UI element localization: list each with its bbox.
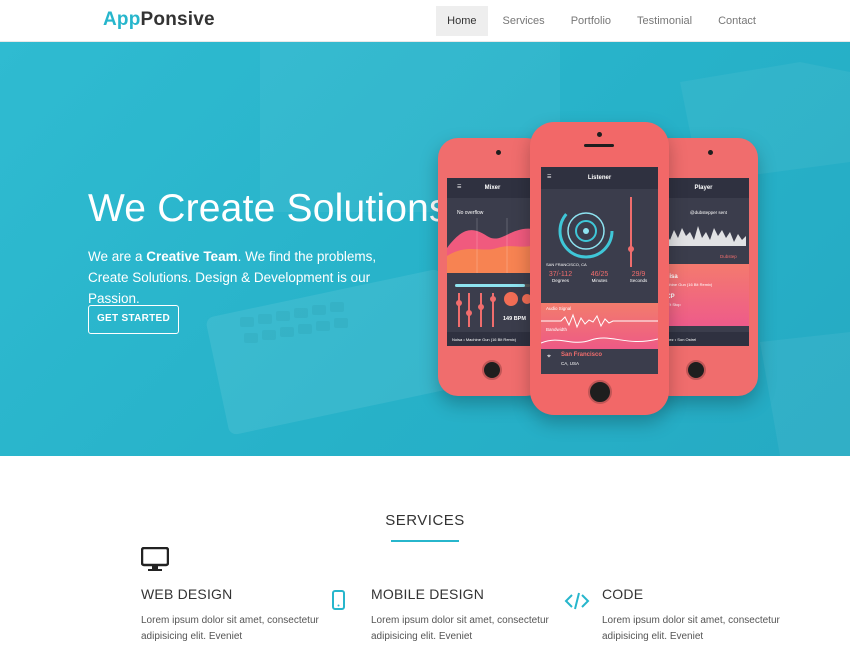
mixer-faders[interactable] [453, 291, 533, 331]
services-heading: SERVICES [385, 512, 465, 529]
player-screen-title: Player [658, 178, 749, 198]
mobile-icon [332, 590, 345, 610]
service-mobile-design-text: Lorem ipsum dolor sit amet, consectetur … [371, 615, 549, 642]
listener-radar-graphic [558, 197, 634, 267]
nav-home[interactable]: Home [436, 6, 488, 36]
mixer-wave-chart [447, 218, 538, 273]
audio-signal-label: Audio Signal [546, 306, 572, 311]
hero-desc-bold: Creative Team [146, 249, 238, 264]
stat-degrees-label: Degrees [551, 278, 569, 283]
camera-icon [496, 150, 501, 155]
home-button [686, 360, 706, 380]
bandwidth-wave [541, 337, 658, 344]
service-web-design-title: WEB DESIGN [141, 586, 233, 602]
phone-screen-left: Mixer ☰ No overflow 149 BPM Noisa • Mach… [447, 178, 538, 346]
mixer-now-playing: Noisa • Machine Gun (16 Bit Remix) [452, 337, 517, 342]
service-web-design-text: Lorem ipsum dolor sit amet, consectetur … [141, 615, 319, 642]
menu-icon: ☰ [547, 174, 552, 180]
city-name: San Francisco [561, 352, 603, 358]
home-button [482, 360, 502, 380]
stat-seconds-label: Seconds [629, 278, 648, 283]
genre-tag: Dubstep [720, 254, 737, 259]
stat-minutes-value: 46/25 [590, 271, 609, 278]
get-started-button[interactable]: GET STARTED [88, 305, 179, 334]
menu-icon: ☰ [457, 184, 462, 190]
nav-portfolio[interactable]: Portfolio [560, 6, 622, 36]
brand-part1: App [103, 9, 141, 30]
bpm-readout: 149 BPM [503, 316, 526, 322]
phone-screen-center: Listener ☰ SAN FRANCISCO, CA 37/-112 Deg… [541, 167, 658, 374]
service-mobile-design-title: MOBILE DESIGN [371, 586, 485, 602]
mixer-note: No overflow [457, 210, 484, 216]
phone-screen-right: Player @dubstepper sent Dubstep noisa Ma… [658, 178, 749, 346]
brand-part2: Ponsive [140, 9, 215, 30]
stat-minutes: 46/25 Minutes [580, 271, 619, 299]
stat-degrees: 37/-112 Degrees [541, 271, 580, 299]
volume-slider[interactable] [455, 284, 530, 287]
player-handle: @dubstepper sent [690, 210, 727, 215]
hero-title: We Create Solutions [88, 187, 449, 230]
location-pin-icon: ⌖ [547, 353, 551, 360]
phone-mockup-center: Listener ☰ SAN FRANCISCO, CA 37/-112 Deg… [530, 122, 669, 415]
stat-seconds: 29/9 Seconds [619, 271, 658, 299]
listener-stats: 37/-112 Degrees 46/25 Minutes 29/9 Secon… [541, 271, 658, 299]
nav-testimonial[interactable]: Testimonial [626, 6, 703, 36]
home-button [588, 380, 612, 404]
monitor-icon [141, 547, 169, 571]
stat-minutes-label: Minutes [591, 278, 608, 283]
camera-icon [708, 150, 713, 155]
track1-subtitle: Machine Gun (16 Bit Remix) [662, 282, 713, 287]
camera-icon [597, 132, 602, 137]
service-code-text: Lorem ipsum dolor sit amet, consectetur … [602, 615, 780, 642]
bandwidth-label: Bandwidth [546, 327, 568, 332]
nav-services[interactable]: Services [492, 6, 556, 36]
hero-description: We are a Creative Team. We find the prob… [88, 246, 408, 309]
brand-logo[interactable]: AppPonsive [103, 9, 215, 31]
location-label: SAN FRANCISCO, CA [546, 262, 587, 267]
services-divider [391, 540, 459, 542]
nav-contact[interactable]: Contact [707, 6, 767, 36]
main-nav: Home Services Portfolio Testimonial Cont… [432, 6, 767, 36]
speaker-grille [584, 144, 614, 147]
service-code-title: CODE [602, 586, 644, 602]
stat-degrees-value: 37/-112 [548, 271, 573, 278]
hero-desc-prefix: We are a [88, 249, 147, 264]
waveform-graphic [662, 226, 746, 246]
city-state: CA, USA [561, 361, 580, 366]
code-icon [564, 592, 590, 610]
hero-section: We Create Solutions We are a Creative Te… [0, 42, 850, 456]
navbar: AppPonsive Home Services Portfolio Testi… [0, 0, 850, 42]
stat-seconds-value: 29/9 [631, 271, 646, 278]
listener-screen-title: Listener [541, 167, 658, 189]
